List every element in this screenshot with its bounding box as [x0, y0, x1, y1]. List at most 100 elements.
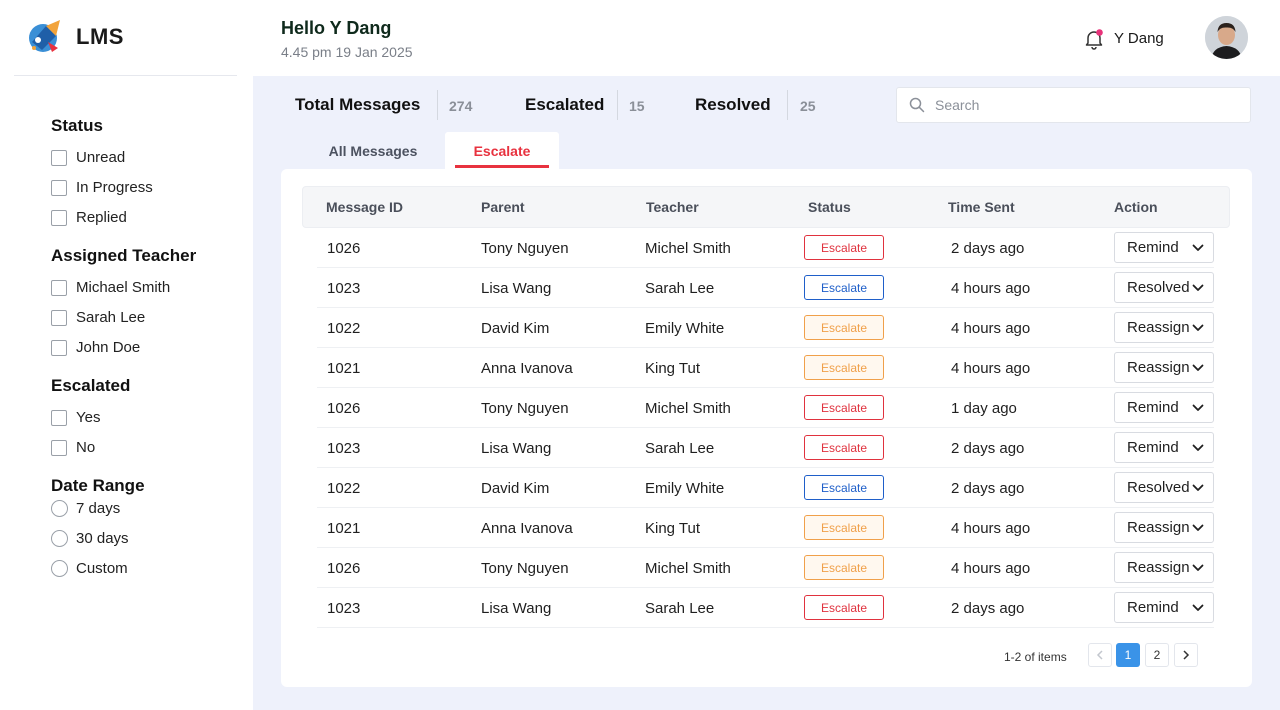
chevron-down-icon [1192, 444, 1204, 451]
page-button-2[interactable]: 2 [1145, 643, 1169, 667]
action-dropdown[interactable]: Reassign [1114, 552, 1214, 583]
chevron-down-icon [1192, 524, 1204, 531]
action-dropdown-label: Reassign [1127, 319, 1190, 336]
table-row[interactable]: 1021 Anna Ivanova King Tut Escalate 4 hours … [317, 348, 1214, 388]
teacher-cell: Emily White [645, 320, 725, 337]
radio-button[interactable] [51, 500, 68, 517]
filter-label: No [76, 439, 96, 456]
message-id-cell: 1026 [327, 560, 361, 577]
action-dropdown[interactable]: Reassign [1114, 512, 1214, 543]
divider [617, 90, 618, 120]
filter-label: Michael Smith [76, 279, 171, 296]
table-row[interactable]: 1023 Lisa Wang Sarah Lee Escalate 4 hours ag… [317, 268, 1214, 308]
action-dropdown-label: Reassign [1127, 359, 1190, 376]
filter-teacher-john-doe[interactable]: John Doe [51, 339, 140, 356]
logo[interactable]: LMS [26, 18, 124, 56]
time-sent-cell: 4 hours ago [951, 320, 1031, 337]
action-dropdown[interactable]: Remind [1114, 232, 1214, 263]
chevron-down-icon [1192, 484, 1204, 491]
table-row[interactable]: 1021 Anna Ivanova King Tut Escalate 4 hours … [317, 508, 1214, 548]
search-box[interactable] [896, 87, 1251, 123]
chevron-left-icon [1096, 650, 1103, 660]
table-row[interactable]: 1023 Lisa Wang Sarah Lee Escalate 2 days ago… [317, 588, 1214, 628]
filter-title-status: Status [51, 116, 103, 135]
action-dropdown[interactable]: Resolved [1114, 472, 1214, 503]
action-dropdown[interactable]: Resolved [1114, 272, 1214, 303]
filter-label: In Progress [76, 179, 153, 196]
time-sent-cell: 4 hours ago [951, 280, 1031, 297]
parent-cell: Lisa Wang [481, 280, 552, 297]
filter-status-replied[interactable]: Replied [51, 209, 127, 226]
notification-bell-icon[interactable] [1083, 28, 1105, 50]
filter-title-escalated: Escalated [51, 376, 131, 395]
parent-cell: Anna Ivanova [481, 360, 573, 377]
filter-label: Sarah Lee [76, 309, 146, 326]
user-name[interactable]: Y Dang [1114, 30, 1164, 47]
checkbox[interactable] [51, 439, 67, 456]
column-header-teacher[interactable]: Teacher [646, 199, 699, 215]
message-id-cell: 1026 [327, 240, 361, 257]
table-header: Message ID Parent Teacher Status Time Se… [302, 186, 1230, 228]
page-button-1[interactable]: 1 [1116, 643, 1140, 667]
status-badge: Escalate [804, 235, 884, 260]
parent-cell: David Kim [481, 480, 550, 497]
table-row[interactable]: 1026 Tony Nguyen Michel Smith Escalate 1 day… [317, 388, 1214, 428]
teacher-cell: Michel Smith [645, 240, 731, 257]
checkbox[interactable] [51, 149, 67, 166]
action-dropdown[interactable]: Remind [1114, 432, 1214, 463]
filter-status-in-progress[interactable]: In Progress [51, 179, 153, 196]
parent-cell: Tony Nguyen [481, 560, 569, 577]
main-content: Hello Y Dang 4.45 pm 19 Jan 2025 Y Dang … [253, 0, 1280, 710]
time-sent-cell: 4 hours ago [951, 360, 1031, 377]
search-input[interactable] [935, 97, 1235, 113]
action-dropdown[interactable]: Reassign [1114, 312, 1214, 343]
previous-page-button[interactable] [1088, 643, 1112, 667]
filter-escalated-no[interactable]: No [51, 439, 95, 456]
column-header-action[interactable]: Action [1114, 199, 1158, 215]
radio-button[interactable] [51, 560, 68, 577]
filter-label: 7 days [76, 500, 121, 517]
filter-date-7-days[interactable]: 7 days [51, 500, 120, 517]
logo-icon [26, 18, 64, 56]
table-row[interactable]: 1023 Lisa Wang Sarah Lee Escalate 2 days ago… [317, 428, 1214, 468]
filter-title-date-range: Date Range [51, 476, 145, 495]
tab-escalate[interactable]: Escalate [445, 132, 559, 169]
filter-label: Yes [76, 409, 101, 426]
next-page-button[interactable] [1174, 643, 1198, 667]
column-header-status[interactable]: Status [808, 199, 851, 215]
table-row[interactable]: 1022 David Kim Emily White Escalate 2 days a… [317, 468, 1214, 508]
filter-date-30-days[interactable]: 30 days [51, 530, 129, 547]
filter-date-custom[interactable]: Custom [51, 560, 128, 577]
search-icon [909, 97, 925, 113]
column-header-time-sent[interactable]: Time Sent [948, 199, 1015, 215]
checkbox[interactable] [51, 279, 67, 296]
action-dropdown[interactable]: Remind [1114, 392, 1214, 423]
checkbox[interactable] [51, 409, 67, 426]
radio-button[interactable] [51, 530, 68, 547]
filter-escalated-yes[interactable]: Yes [51, 409, 100, 426]
column-header-parent[interactable]: Parent [481, 199, 525, 215]
avatar[interactable] [1205, 16, 1248, 59]
checkbox[interactable] [51, 309, 67, 326]
filter-status-unread[interactable]: Unread [51, 149, 125, 166]
table-row[interactable]: 1026 Tony Nguyen Michel Smith Escalate 4 hou… [317, 548, 1214, 588]
chevron-down-icon [1192, 404, 1204, 411]
filter-teacher-michael-smith[interactable]: Michael Smith [51, 279, 170, 296]
action-dropdown[interactable]: Remind [1114, 592, 1214, 623]
action-dropdown[interactable]: Reassign [1114, 352, 1214, 383]
table-row[interactable]: 1026 Tony Nguyen Michel Smith Escalate 2 day… [317, 228, 1214, 268]
pagination: 1-2 of items 1 2 [281, 643, 1252, 667]
checkbox[interactable] [51, 179, 67, 196]
divider [14, 75, 237, 76]
chevron-down-icon [1192, 604, 1204, 611]
chevron-down-icon [1192, 564, 1204, 571]
tab-all-messages[interactable]: All Messages [309, 132, 437, 169]
checkbox[interactable] [51, 339, 67, 356]
sidebar: LMS Status Unread In Progress Replied As… [0, 0, 253, 710]
checkbox[interactable] [51, 209, 67, 226]
table-row[interactable]: 1022 David Kim Emily White Escalate 4 hours … [317, 308, 1214, 348]
column-header-message-id[interactable]: Message ID [326, 199, 403, 215]
time-sent-cell: 2 days ago [951, 480, 1025, 497]
parent-cell: Lisa Wang [481, 440, 552, 457]
filter-teacher-sarah-lee[interactable]: Sarah Lee [51, 309, 145, 326]
